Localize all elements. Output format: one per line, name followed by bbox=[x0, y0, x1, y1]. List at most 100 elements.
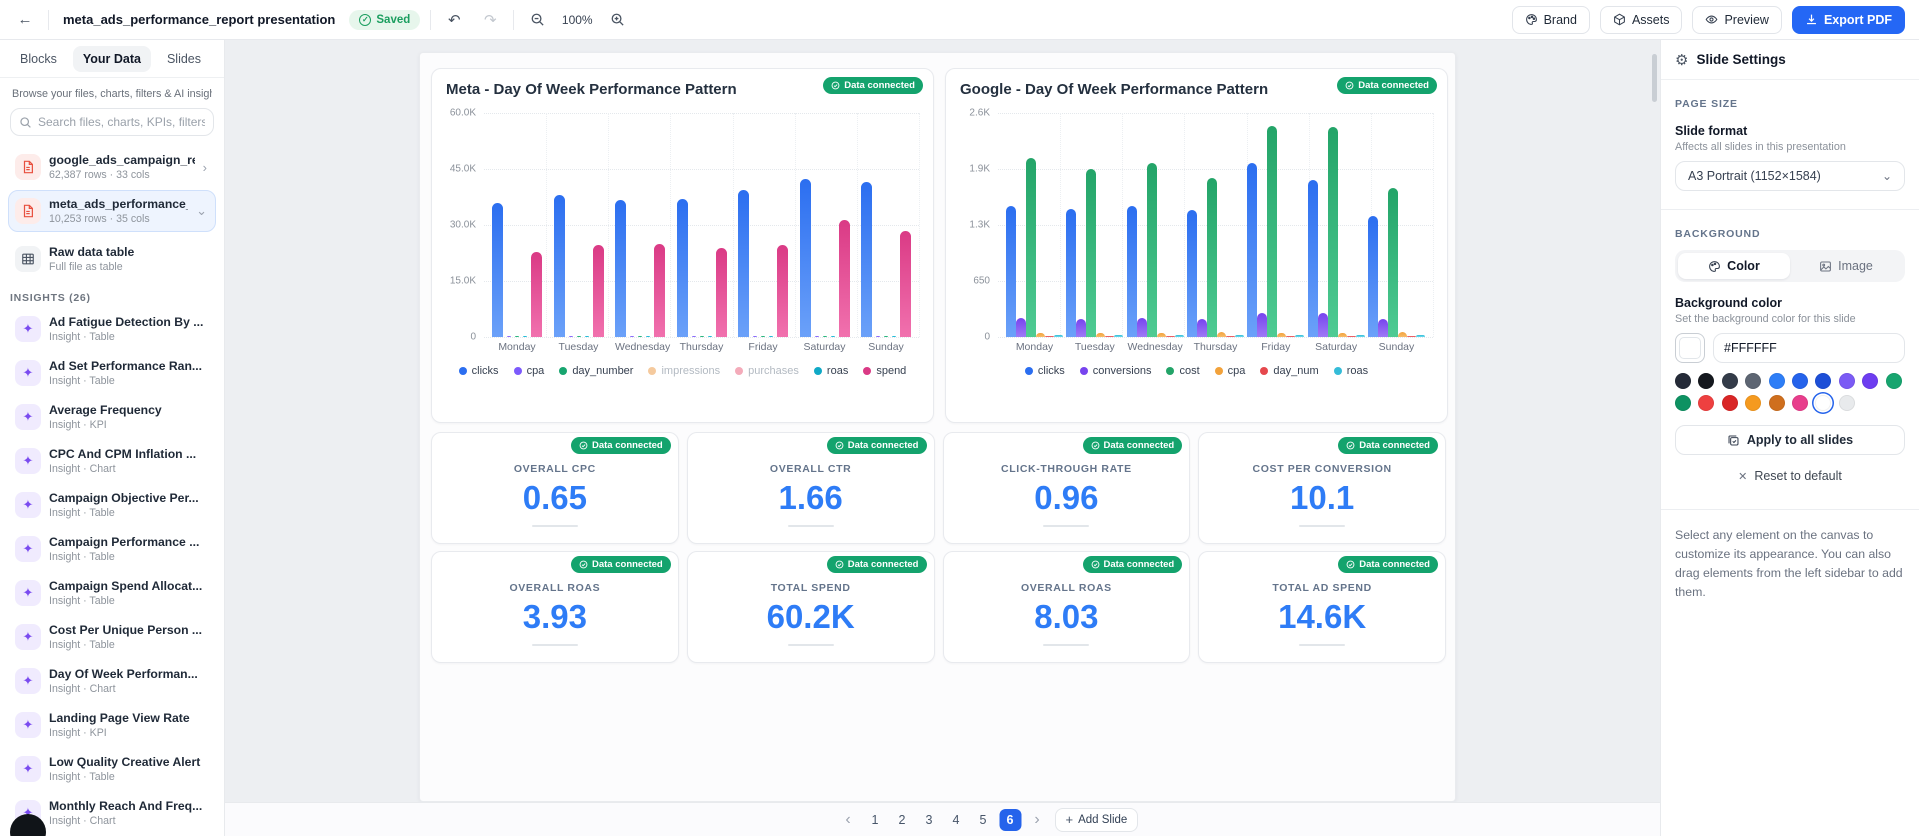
kpi-card-total-ad-spend[interactable]: Data connected TOTAL AD SPEND 14.6K bbox=[1198, 551, 1446, 663]
legend-item-conversions[interactable]: conversions bbox=[1079, 365, 1151, 377]
pagination-page-3[interactable]: 3 bbox=[918, 809, 940, 831]
insight-list-item[interactable]: ✦ Campaign Performance ... Insight · Table bbox=[8, 528, 216, 570]
legend-item-purchases[interactable]: purchases bbox=[735, 365, 799, 377]
color-swatch-1d4fd7[interactable] bbox=[1815, 373, 1832, 389]
slide-format-hint: Affects all slides in this presentation bbox=[1675, 141, 1846, 153]
insight-list-item[interactable]: ✦ Ad Fatigue Detection By ... Insight · Ta… bbox=[8, 308, 216, 350]
zoom-in-button[interactable] bbox=[604, 7, 630, 33]
insight-list-item[interactable]: ✦ Landing Page View Rate Insight · KPI bbox=[8, 704, 216, 746]
assets-button[interactable]: Assets bbox=[1599, 5, 1683, 34]
clicks-bar bbox=[1006, 206, 1016, 337]
legend-item-impressions[interactable]: impressions bbox=[648, 365, 720, 377]
file-item-meta-ads[interactable]: meta_ads_performance_r... 10,253 rows · … bbox=[8, 190, 216, 232]
insight-list-item[interactable]: ✦ Campaign Spend Allocat... Insight · Tabl… bbox=[8, 572, 216, 614]
x-axis-label: Wednesday bbox=[1127, 341, 1183, 353]
color-swatch-2e7ef7[interactable] bbox=[1768, 373, 1785, 389]
kpi-card-cost-per-conversion[interactable]: Data connected COST PER CONVERSION 10.1 bbox=[1198, 432, 1446, 544]
color-swatch-6d3df0[interactable] bbox=[1862, 373, 1879, 389]
color-swatch-5d6572[interactable] bbox=[1745, 373, 1762, 389]
kpi-card-overall-cpc[interactable]: Data connected OVERALL CPC 0.65 bbox=[431, 432, 679, 544]
y-axis-tick-label: 0 bbox=[984, 331, 990, 343]
color-swatch-343c49[interactable] bbox=[1721, 373, 1738, 389]
bar-groups-row bbox=[998, 113, 1433, 337]
zoom-out-button[interactable] bbox=[524, 7, 550, 33]
check-circle-icon bbox=[1091, 441, 1099, 450]
slide-format-select[interactable]: A3 Portrait (1152×1584) ⌄ bbox=[1675, 161, 1905, 191]
legend-item-cpa[interactable]: cpa bbox=[1214, 365, 1245, 377]
chart-card-meta[interactable]: Meta - Day Of Week Performance Pattern D… bbox=[431, 68, 934, 423]
insight-list-item[interactable]: ✦ Average Frequency Insight · KPI bbox=[8, 396, 216, 438]
legend-item-clicks[interactable]: clicks bbox=[1024, 365, 1065, 377]
legend-item-roas[interactable]: roas bbox=[813, 365, 848, 377]
legend-item-spend[interactable]: spend bbox=[863, 365, 906, 377]
add-slide-button[interactable]: + Add Slide bbox=[1054, 807, 1139, 832]
insight-list-item[interactable]: ✦ CPC And CPM Inflation ... Insight · Char… bbox=[8, 440, 216, 482]
pagination-page-6[interactable]: 6 bbox=[999, 808, 1021, 831]
undo-button[interactable]: ↶ bbox=[441, 7, 467, 33]
reset-to-default-button[interactable]: ✕ Reset to default bbox=[1738, 469, 1842, 483]
tab-your-data[interactable]: Your Data bbox=[72, 45, 151, 72]
search-input[interactable] bbox=[38, 115, 205, 129]
color-swatch-15181e[interactable] bbox=[1698, 373, 1715, 389]
file-item-google-ads[interactable]: google_ads_campaign_re... 62,387 rows · … bbox=[8, 146, 216, 188]
kpi-card-overall-roas[interactable]: Data connected OVERALL ROAS 3.93 bbox=[431, 551, 679, 663]
brand-button[interactable]: Brand bbox=[1511, 5, 1590, 34]
chart-card-google[interactable]: Google - Day Of Week Performance Pattern… bbox=[945, 68, 1448, 423]
color-swatch-7b5bf5[interactable] bbox=[1838, 373, 1855, 389]
color-swatch-cf6f1e[interactable] bbox=[1768, 395, 1785, 411]
color-swatch-17a56f[interactable] bbox=[1885, 373, 1902, 389]
pagination-page-1[interactable]: 1 bbox=[864, 809, 886, 831]
color-swatch-e83e8c[interactable] bbox=[1791, 395, 1808, 411]
color-swatch-ee4040[interactable] bbox=[1698, 395, 1715, 411]
canvas-scrollbar[interactable] bbox=[1652, 54, 1657, 102]
insight-list-item[interactable]: ✦ Campaign Objective Per... Insight · Tabl… bbox=[8, 484, 216, 526]
export-pdf-button[interactable]: Export PDF bbox=[1791, 5, 1905, 34]
redo-button[interactable]: ↷ bbox=[477, 7, 503, 33]
kpi-card-overall-roas[interactable]: Data connected OVERALL ROAS 8.03 bbox=[942, 551, 1191, 663]
hex-color-input[interactable] bbox=[1713, 333, 1905, 363]
color-preview-swatch[interactable] bbox=[1675, 333, 1705, 363]
tab-image[interactable]: Image bbox=[1790, 253, 1902, 279]
pagination-prev-button[interactable]: ‹ bbox=[837, 809, 859, 831]
insight-list-item[interactable]: ✦ Day Of Week Performan... Insight · Chart bbox=[8, 660, 216, 702]
legend-item-day_number[interactable]: day_number bbox=[559, 365, 633, 377]
color-swatch-f59a1f[interactable] bbox=[1745, 395, 1762, 411]
chevron-right-icon[interactable]: › bbox=[203, 160, 209, 175]
slide[interactable]: Meta - Day Of Week Performance Pattern D… bbox=[419, 52, 1456, 802]
pagination-page-2[interactable]: 2 bbox=[891, 809, 913, 831]
tab-blocks[interactable]: Blocks bbox=[10, 46, 67, 72]
kpi-label: TOTAL AD SPEND bbox=[1272, 582, 1372, 594]
color-swatch-252b38[interactable] bbox=[1675, 373, 1691, 389]
legend-item-day_num[interactable]: day_num bbox=[1260, 365, 1319, 377]
tab-slides[interactable]: Slides bbox=[157, 46, 211, 72]
kpi-value: 3.93 bbox=[522, 598, 587, 635]
pagination-page-4[interactable]: 4 bbox=[945, 809, 967, 831]
legend-item-clicks[interactable]: clicks bbox=[458, 365, 499, 377]
pagination-next-button[interactable]: › bbox=[1026, 809, 1048, 831]
color-swatch-2563eb[interactable] bbox=[1791, 373, 1808, 389]
download-icon bbox=[1806, 14, 1816, 25]
insight-list-item[interactable]: ✦ Ad Set Performance Ran... Insight · Tabl… bbox=[8, 352, 216, 394]
tab-color[interactable]: Color bbox=[1678, 253, 1790, 279]
raw-data-table-item[interactable]: Raw data table Full file as table bbox=[8, 238, 216, 280]
pagination-page-5[interactable]: 5 bbox=[972, 809, 994, 831]
bar-group-sunday bbox=[1367, 188, 1425, 337]
color-swatch-e8eaec[interactable] bbox=[1838, 395, 1855, 411]
legend-item-cost[interactable]: cost bbox=[1166, 365, 1200, 377]
search-box[interactable] bbox=[10, 108, 214, 136]
insight-list-item[interactable]: ✦ Low Quality Creative Alert Insight · Tab… bbox=[8, 748, 216, 790]
kpi-card-total-spend[interactable]: Data connected TOTAL SPEND 60.2K bbox=[686, 551, 935, 663]
color-swatch-ffffff[interactable] bbox=[1815, 395, 1832, 411]
kpi-card-click-through-rate[interactable]: Data connected CLICK-THROUGH RATE 0.96 bbox=[942, 432, 1191, 544]
back-button[interactable]: ← bbox=[12, 7, 38, 33]
legend-item-cpa[interactable]: cpa bbox=[513, 365, 544, 377]
kpi-card-overall-ctr[interactable]: Data connected OVERALL CTR 1.66 bbox=[686, 432, 935, 544]
legend-item-roas[interactable]: roas bbox=[1333, 365, 1368, 377]
preview-button[interactable]: Preview bbox=[1692, 5, 1782, 34]
color-swatch-0e9262[interactable] bbox=[1675, 395, 1691, 411]
color-swatch-d92626[interactable] bbox=[1721, 395, 1738, 411]
insight-list-item[interactable]: ✦ Cost Per Unique Person ... Insight · Tab… bbox=[8, 616, 216, 658]
apply-to-all-slides-button[interactable]: Apply to all slides bbox=[1675, 425, 1905, 455]
chevron-down-icon[interactable]: ⌄ bbox=[196, 203, 209, 219]
gridline bbox=[484, 337, 919, 338]
